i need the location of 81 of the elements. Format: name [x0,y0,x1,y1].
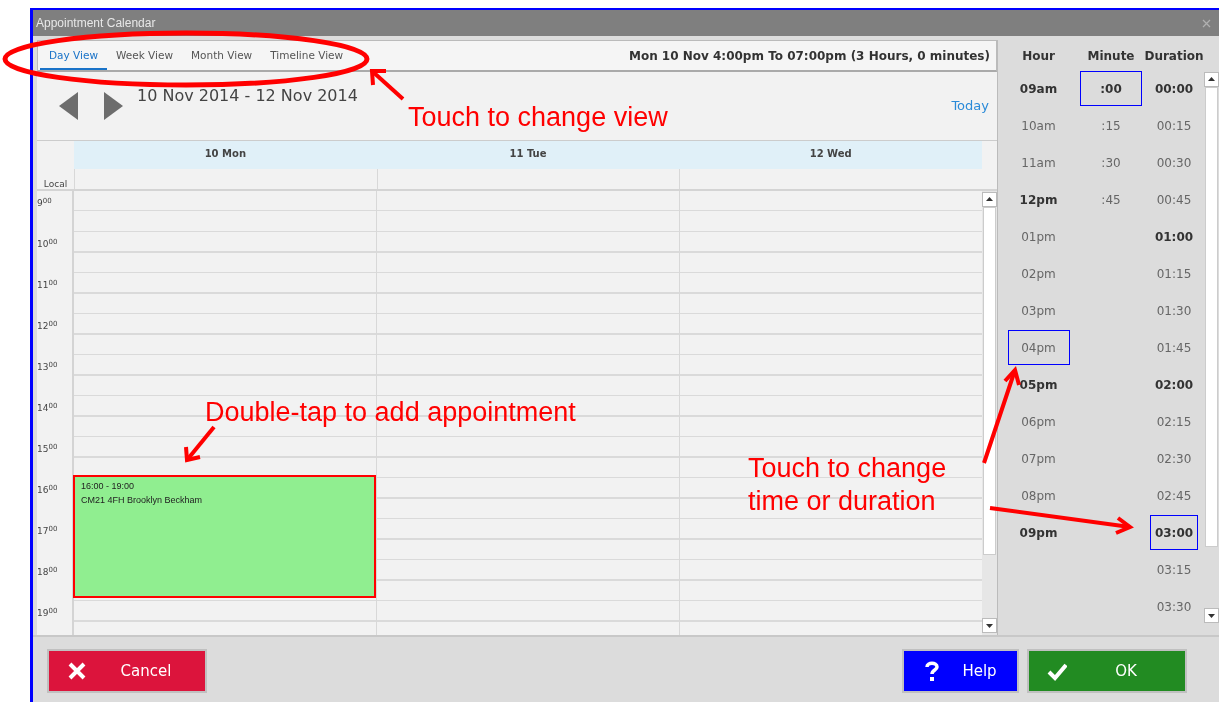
day-header: 12 Wed [679,141,982,169]
column-header: Minute [1087,48,1135,65]
hour-label: 14$^{00}$ [37,403,58,414]
view-tab[interactable]: Day View [40,41,107,70]
arrow [184,425,216,463]
time-option[interactable]: 09pm [1007,515,1070,550]
column-header: Hour [1022,48,1055,65]
time-option[interactable]: 00:15 [1150,108,1198,143]
scroll-down-icon[interactable] [982,618,997,633]
time-option[interactable]: 03:15 [1150,552,1198,587]
time-option[interactable]: :30 [1080,145,1142,180]
hour-label: 12$^{00}$ [37,321,58,332]
hour-label: 19$^{00}$ [37,608,58,619]
annotation-text: Double-tap to add appointment [205,396,576,429]
range-summary: Mon 10 Nov 4:00pm To 07:00pm (3 Hours, 0 minutes) [628,48,991,63]
column-header: Duration [1144,48,1204,65]
time-option[interactable]: 03:00 [1150,515,1198,550]
time-option[interactable]: 02:15 [1150,404,1198,439]
window-title: Appointment Calendar [36,16,156,30]
time-option[interactable]: 11am [1007,145,1070,180]
time-option[interactable]: 02:45 [1150,478,1198,513]
time-option[interactable]: 01:30 [1150,293,1198,328]
previous-icon[interactable] [59,92,79,120]
hour-label: 11$^{00}$ [37,280,58,291]
time-option[interactable]: 01:15 [1150,256,1198,291]
today-link[interactable]: Today [951,98,989,113]
time-option[interactable]: 10am [1007,108,1070,143]
hour-label: 18$^{00}$ [37,567,58,578]
time-option[interactable]: 00:30 [1150,145,1198,180]
view-tab[interactable]: Timeline View [261,41,353,70]
question-icon [922,659,942,682]
time-option[interactable]: 06pm [1007,404,1070,439]
day-header: 11 Tue [376,141,680,169]
scroll-up-icon[interactable] [982,192,997,207]
hour-label: 10$^{00}$ [37,239,58,250]
help-button[interactable]: Help [902,648,1019,693]
appointment-details: CM21 4FH Brooklyn Beckham [81,494,203,507]
time-option[interactable]: 00:45 [1150,182,1198,217]
time-option[interactable]: 12pm [1007,182,1070,217]
time-option[interactable]: 07pm [1007,441,1070,476]
scrollbar[interactable] [1203,71,1219,625]
view-tab[interactable]: Week View [107,41,183,70]
appointment[interactable]: 16:00 - 19:00 CM21 4FH Brooklyn Beckham [73,475,376,598]
time-option[interactable]: 02:30 [1150,441,1198,476]
ok-button[interactable]: OK [1027,648,1187,693]
time-option[interactable]: 08pm [1007,478,1070,513]
annotation-text: Touch to change view [408,101,668,134]
date-range: 10 Nov 2014 - 12 Nov 2014 [137,86,359,105]
next-icon[interactable] [103,92,123,120]
time-option[interactable]: :15 [1080,108,1142,143]
time-option[interactable]: 03pm [1007,293,1070,328]
scrollbar[interactable] [982,191,997,635]
time-option[interactable]: :45 [1080,182,1142,217]
hour-label: 9$^{00}$ [37,198,52,209]
time-option[interactable]: 02:00 [1150,367,1198,402]
view-tab[interactable]: Month View [182,41,262,70]
time-option[interactable]: 01:00 [1150,219,1198,254]
hour-label: 16$^{00}$ [37,485,58,496]
time-option[interactable]: 04pm [1007,330,1070,365]
time-option[interactable]: 00:00 [1150,71,1198,106]
scroll-thumb[interactable] [983,207,996,555]
appointment-time: 16:00 - 19:00 [81,480,135,493]
close-icon [67,660,87,681]
arrow [369,69,405,101]
timezone-label: Local [43,179,68,189]
time-option[interactable]: 05pm [1007,367,1070,402]
hour-label: 13$^{00}$ [37,362,58,373]
time-option[interactable]: 03:30 [1150,589,1198,624]
time-option[interactable]: 02pm [1007,256,1070,291]
day-header: 10 Mon [74,141,377,169]
scroll-thumb[interactable] [1204,87,1218,547]
time-option[interactable]: :00 [1080,71,1142,106]
cancel-button[interactable]: Cancel [47,648,207,693]
hour-label: 15$^{00}$ [37,444,58,455]
scroll-up-icon[interactable] [1203,72,1219,87]
scroll-down-icon[interactable] [1203,608,1219,623]
time-option[interactable]: 01pm [1007,219,1070,254]
time-option[interactable]: 01:45 [1150,330,1198,365]
hour-label: 17$^{00}$ [37,526,58,537]
time-option[interactable]: 09am [1007,71,1070,106]
annotation-text: Touch to change time or duration [748,452,948,518]
